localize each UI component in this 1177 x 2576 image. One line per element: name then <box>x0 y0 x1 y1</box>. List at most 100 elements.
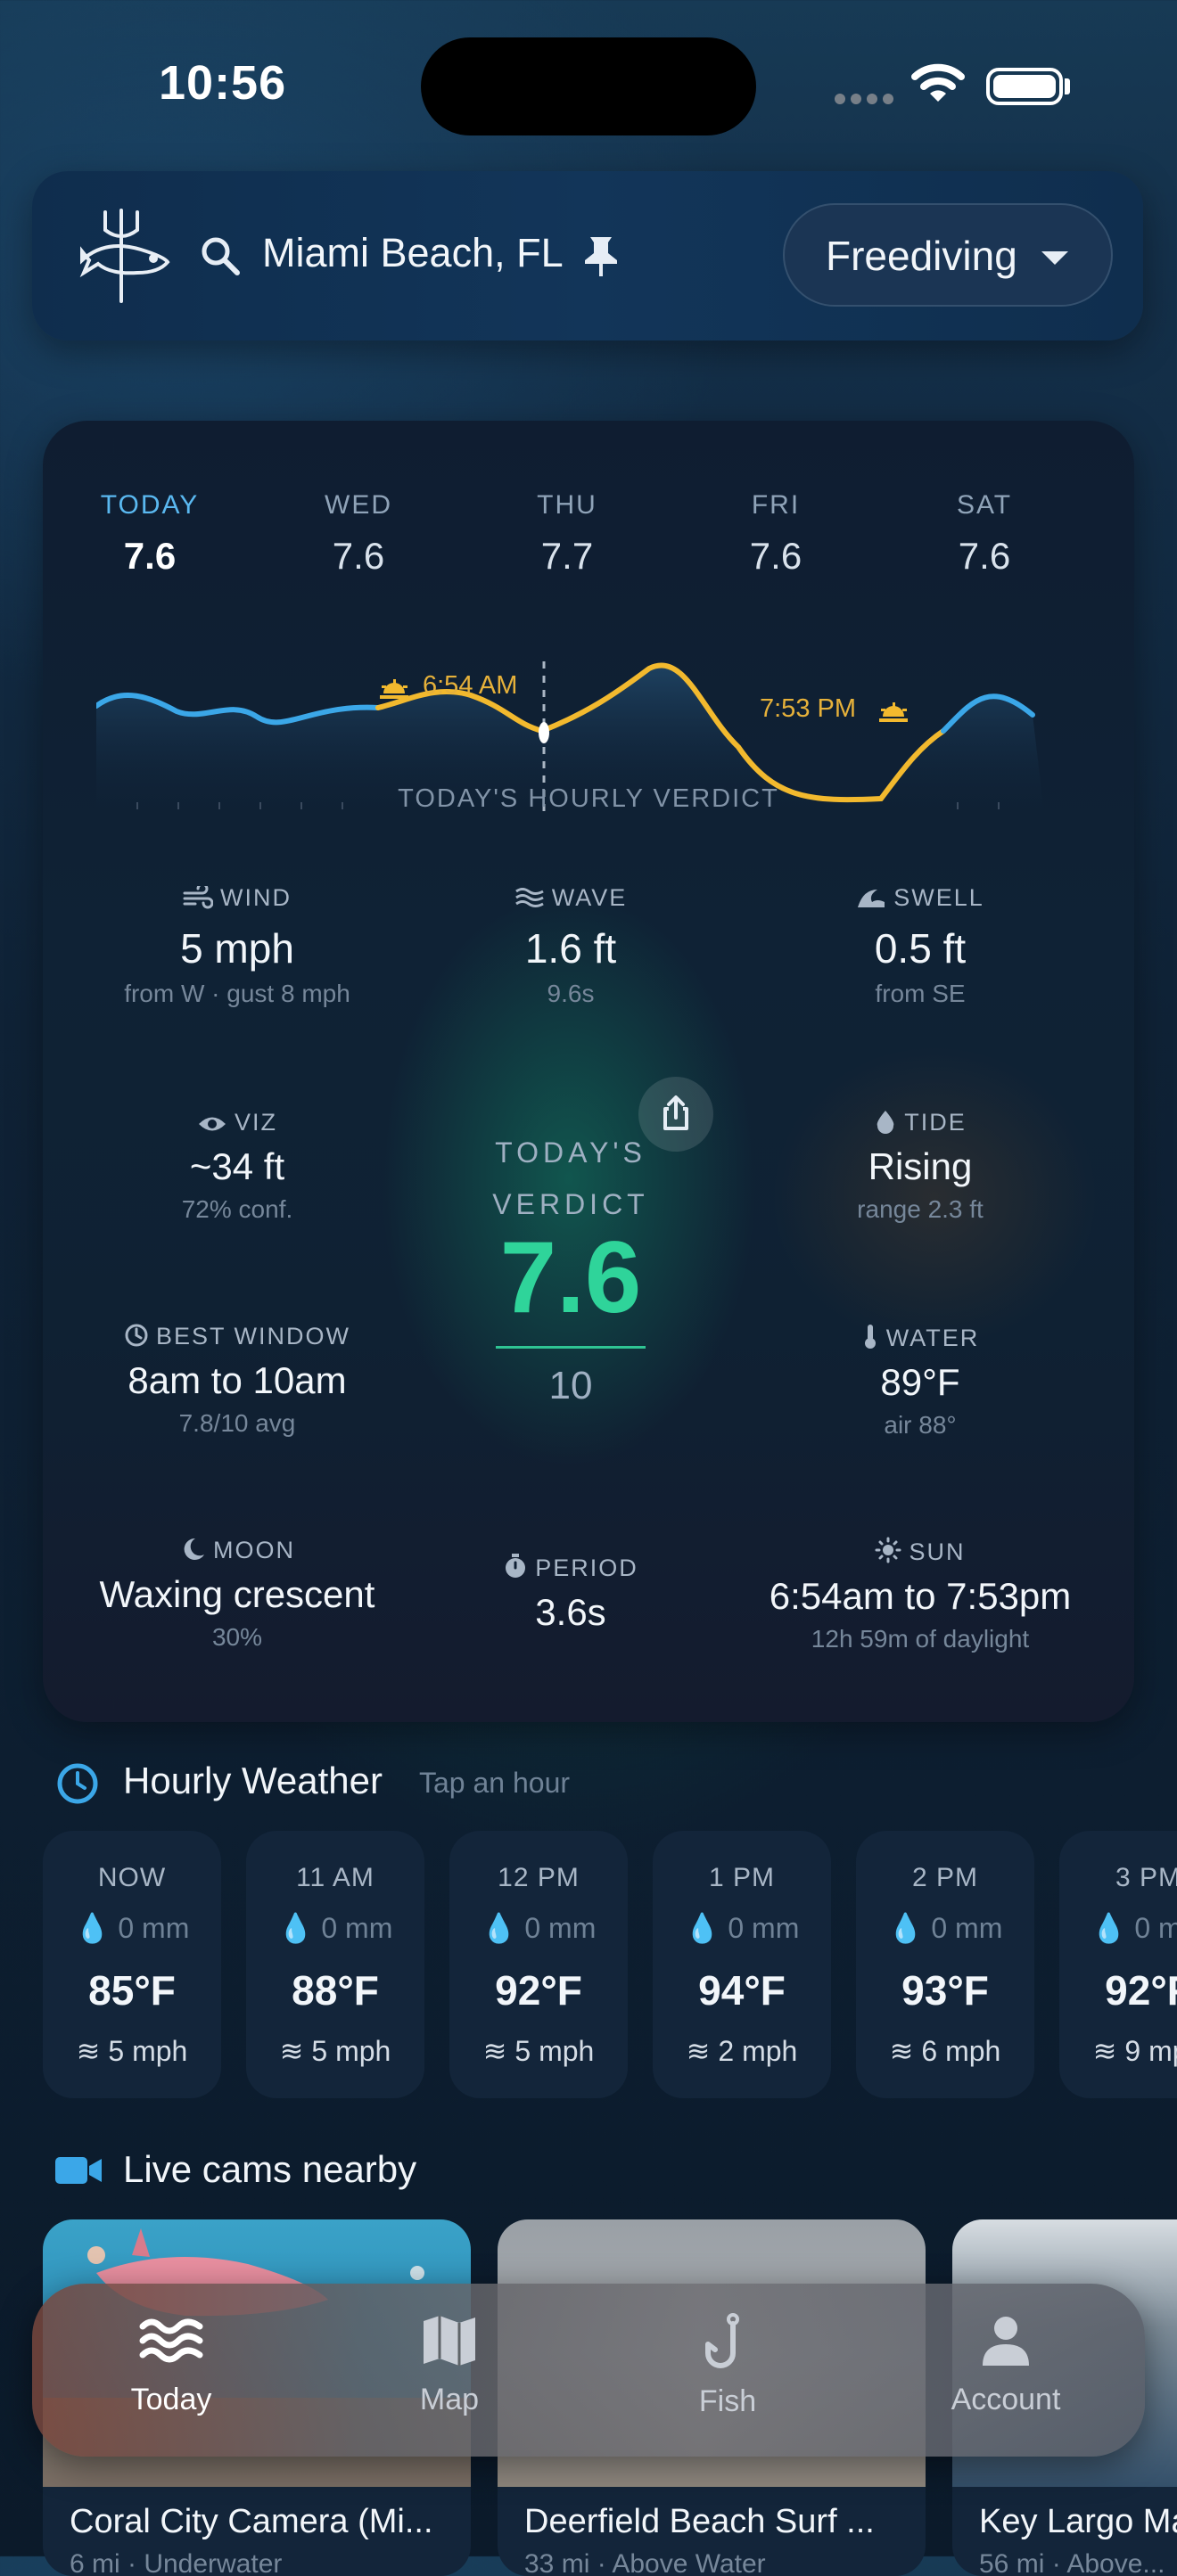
tab-map[interactable]: Map <box>342 2312 556 2417</box>
metric-sun: SUN 6:54am to 7:53pm 12h 59m of daylight <box>724 1537 1116 1653</box>
sun-value: 6:54am to 7:53pm <box>769 1575 1072 1617</box>
cam-title: Deerfield Beach Surf ... <box>524 2503 875 2540</box>
pin-icon[interactable] <box>581 234 621 283</box>
hour-wind: ≋ 5 mph <box>43 2034 221 2068</box>
hour-wind: ≋ 5 mph <box>449 2034 628 2068</box>
moon-icon <box>184 1538 204 1560</box>
cam-meta: 6 mi · Underwater <box>70 2549 283 2576</box>
water-sub: air 88° <box>884 1411 957 1439</box>
status-time: 10:56 <box>159 56 287 110</box>
moon-label: MOON <box>213 1537 295 1563</box>
droplet-icon: 💧 <box>74 1912 111 1944</box>
location-search-field[interactable]: Miami Beach, FL <box>262 230 564 276</box>
viz-value: ~34 ft <box>189 1145 285 1187</box>
viz-sub: 72% conf. <box>181 1195 293 1223</box>
hour-time: 1 PM <box>708 1863 776 1892</box>
hour-rain-value: 0 mm <box>1134 1912 1177 1944</box>
activity-mode-label: Freediving <box>826 233 1017 279</box>
hour-temp: 92°F <box>1105 1967 1177 2014</box>
battery-tip <box>1065 78 1070 94</box>
tab-label: Map <box>419 2383 480 2416</box>
verdict-title: TODAY'S VERDICT <box>428 1127 713 1230</box>
metric-tide: TIDE Rising range 2.3 ft <box>751 1109 1090 1224</box>
droplet-icon: 💧 <box>887 1912 924 1944</box>
hour-temp: 85°F <box>88 1967 176 2014</box>
metric-moon: MOON Waxing crescent 30% <box>50 1537 424 1652</box>
hour-wind: ≋ 6 mph <box>856 2034 1034 2068</box>
tab-today[interactable]: Today <box>64 2312 278 2417</box>
moon-value: Waxing crescent <box>99 1573 375 1615</box>
swell-value: 0.5 ft <box>874 925 967 972</box>
hour-temp: 94°F <box>698 1967 786 2014</box>
verdict-title-line1: TODAY'S <box>495 1136 646 1169</box>
live-cams-title: Live cams nearby <box>123 2148 417 2190</box>
wave-label: WAVE <box>551 884 628 911</box>
day-tab-sat[interactable]: SAT 7.6 <box>904 490 1065 578</box>
verdict-out-of: 10 <box>548 1364 593 1407</box>
day-score: 7.6 <box>123 535 177 577</box>
droplet-icon: 💧 <box>684 1912 720 1944</box>
wave-sub: 9.6s <box>547 980 595 1007</box>
day-name: SAT <box>956 490 1013 520</box>
conditions-card <box>43 421 1134 1722</box>
swell-label: SWELL <box>893 884 984 911</box>
period-label: PERIOD <box>535 1555 638 1581</box>
hour-wind-value: 2 mph <box>718 2035 798 2067</box>
hour-rain: 💧 0 mm <box>653 1911 831 1945</box>
day-tab-thu[interactable]: THU 7.7 <box>487 490 647 578</box>
battery-icon <box>986 68 1063 105</box>
tab-label: Fish <box>698 2384 757 2418</box>
water-value: 89°F <box>880 1361 960 1403</box>
sunrise-icon <box>380 679 408 699</box>
day-score: 7.6 <box>749 535 802 577</box>
cam-title: Key Largo Ma... <box>979 2503 1177 2540</box>
hour-temp: 88°F <box>292 1967 379 2014</box>
person-icon <box>983 2317 1029 2366</box>
day-tab-wed[interactable]: WED 7.6 <box>278 490 439 578</box>
hour-card[interactable]: 12 PM 💧 0 mm 92°F ≋ 5 mph <box>449 1831 628 2098</box>
hour-card[interactable]: NOW 💧 0 mm 85°F ≋ 5 mph <box>43 1831 221 2098</box>
hour-card[interactable]: 1 PM 💧 0 mm 94°F ≋ 2 mph <box>653 1831 831 2098</box>
hour-time: 3 PM <box>1115 1863 1177 1892</box>
tab-account[interactable]: Account <box>899 2312 1113 2417</box>
dynamic-island <box>421 37 756 135</box>
sunrise-label: 6:54 AM <box>423 671 517 700</box>
swell-sub: from SE <box>875 980 966 1007</box>
wave-icon <box>514 888 544 907</box>
day-name: TODAY <box>100 490 200 520</box>
hour-time: NOW <box>97 1863 167 1892</box>
cam-meta: 56 mi · Above... <box>979 2549 1165 2576</box>
metric-swell: SWELL 0.5 ft from SE <box>751 884 1090 1008</box>
fish-hook-icon <box>705 2313 739 2368</box>
best-window-sub: 7.8/10 avg <box>178 1409 296 1437</box>
hourly-weather-hint: Tap an hour <box>419 1767 571 1799</box>
hour-time: 11 AM <box>296 1863 374 1892</box>
hour-rain-value: 0 mm <box>321 1912 393 1944</box>
wind-icon: ≋ <box>1092 2035 1117 2067</box>
hour-card[interactable]: 11 AM 💧 0 mm 88°F ≋ 5 mph <box>246 1831 424 2098</box>
cam-meta: 33 mi · Above Water <box>524 2549 766 2576</box>
sunset-icon <box>879 702 908 722</box>
hour-rain: 💧 0 mm <box>1059 1911 1177 1945</box>
cam-title: Coral City Camera (Mi... <box>70 2503 433 2540</box>
hour-rain-value: 0 mm <box>524 1912 597 1944</box>
droplet-icon: 💧 <box>481 1912 517 1944</box>
video-camera-icon <box>55 2155 102 2190</box>
hour-card[interactable]: 2 PM 💧 0 mm 93°F ≋ 6 mph <box>856 1831 1034 2098</box>
day-tab-fri[interactable]: FRI 7.6 <box>696 490 856 578</box>
best-window-label: BEST WINDOW <box>155 1323 350 1350</box>
metric-wind: WIND 5 mph from W · gust 8 mph <box>68 882 407 1008</box>
tab-label: Today <box>130 2383 212 2416</box>
metric-visibility: VIZ ~34 ft 72% conf. <box>68 1109 407 1224</box>
search-icon[interactable] <box>200 235 241 281</box>
day-name: THU <box>537 490 597 520</box>
tab-label: Account <box>951 2383 1061 2416</box>
metric-period: PERIOD 3.6s <box>401 1553 740 1634</box>
map-icon <box>424 2316 475 2366</box>
wind-icon: ≋ <box>279 2035 304 2067</box>
hour-rain-value: 0 mm <box>728 1912 800 1944</box>
sun-icon <box>875 1537 901 1563</box>
tab-fish[interactable]: Fish <box>621 2312 835 2419</box>
day-tab-today[interactable]: TODAY 7.6 <box>70 490 230 578</box>
hour-card[interactable]: 3 PM 💧 0 mm 92°F ≋ 9 mph <box>1059 1831 1177 2098</box>
